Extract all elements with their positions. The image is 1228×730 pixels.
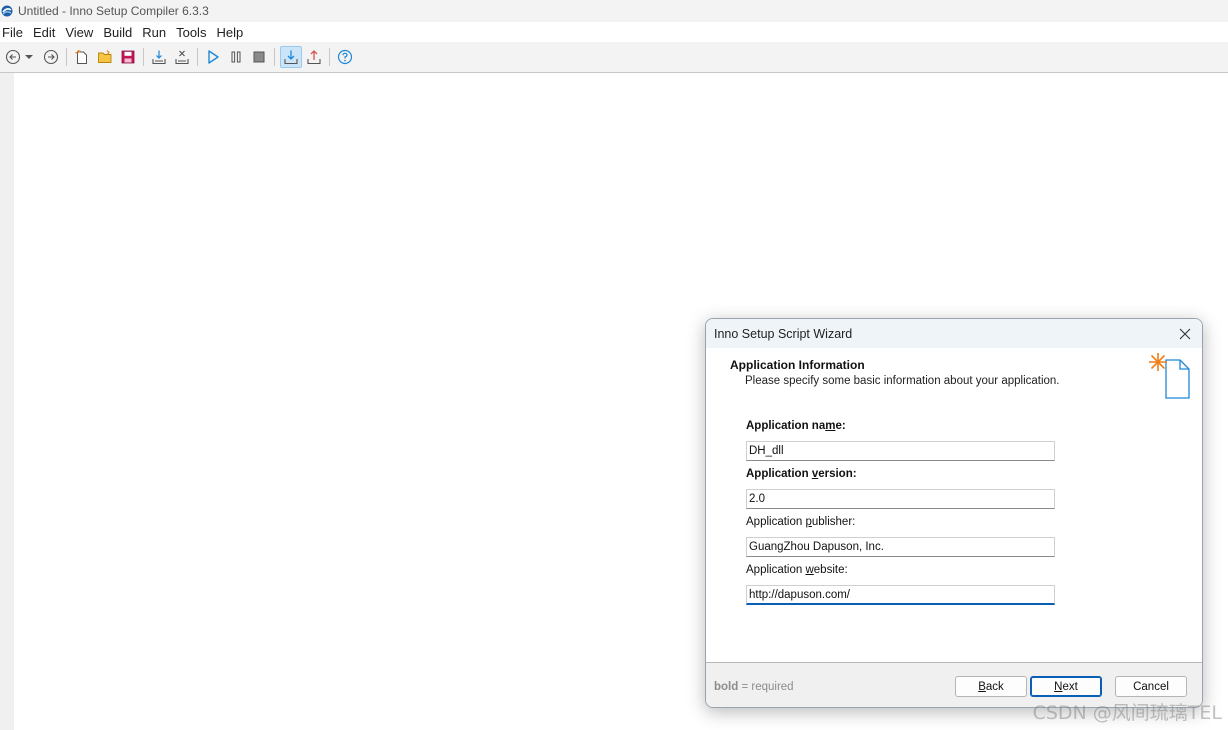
- section-title: Application Information: [730, 358, 865, 372]
- back-button[interactable]: [2, 46, 24, 68]
- editor-gutter: [0, 73, 14, 730]
- section-subtitle: Please specify some basic information ab…: [745, 375, 1060, 387]
- new-button[interactable]: [71, 46, 93, 68]
- toolbar-separator: [143, 48, 144, 66]
- menu-file[interactable]: File: [0, 25, 29, 40]
- stop-compile-button[interactable]: [171, 46, 193, 68]
- run-button[interactable]: [202, 46, 224, 68]
- target-uninstall-button[interactable]: [303, 46, 325, 68]
- dialog-title-bar[interactable]: Inno Setup Script Wizard: [706, 319, 1202, 348]
- menu-bar: File Edit View Build Run Tools Help: [0, 22, 1228, 42]
- menu-run[interactable]: Run: [140, 25, 172, 40]
- toolbar-separator: [329, 48, 330, 66]
- back-history-dropdown[interactable]: [22, 46, 36, 68]
- toolbar-separator: [66, 48, 67, 66]
- required-hint: bold = required: [714, 681, 794, 693]
- window-title-bar: Untitled - Inno Setup Compiler 6.3.3: [0, 0, 1228, 22]
- target-setup-button[interactable]: [280, 46, 302, 68]
- new-file-icon: [75, 49, 87, 64]
- toolbar-separator: [197, 48, 198, 66]
- app-publisher-input[interactable]: [746, 537, 1055, 557]
- app-website-input[interactable]: [746, 585, 1055, 605]
- run-icon: [208, 50, 219, 64]
- next-button[interactable]: Next: [1030, 676, 1102, 697]
- dropdown-arrow-icon: [25, 55, 33, 59]
- compile-icon: [152, 50, 166, 65]
- window-title: Untitled - Inno Setup Compiler 6.3.3: [18, 4, 209, 18]
- menu-edit[interactable]: Edit: [31, 25, 61, 40]
- wizard-document-icon: [1149, 353, 1190, 399]
- app-version-input[interactable]: [746, 489, 1055, 509]
- app-website-label: Application website:: [746, 564, 848, 576]
- stop-icon: [253, 51, 265, 63]
- forward-arrow-icon: [43, 49, 59, 65]
- menu-tools[interactable]: Tools: [174, 25, 212, 40]
- watermark: CSDN @风间琉璃TEL: [1032, 702, 1222, 724]
- toolbar: [0, 42, 1228, 73]
- help-icon: [337, 49, 353, 65]
- target-setup-icon: [284, 50, 298, 65]
- target-uninstall-icon: [307, 50, 321, 65]
- stop-button[interactable]: [248, 46, 270, 68]
- toolbar-separator: [274, 48, 275, 66]
- forward-button[interactable]: [40, 46, 62, 68]
- app-name-input[interactable]: [746, 441, 1055, 461]
- pause-icon: [231, 51, 241, 63]
- script-wizard-dialog: Inno Setup Script Wizard Application Inf…: [705, 318, 1203, 708]
- cancel-button[interactable]: Cancel: [1115, 676, 1187, 697]
- open-folder-icon: [97, 50, 111, 63]
- menu-view[interactable]: View: [63, 25, 99, 40]
- app-name-label: Application name:: [746, 420, 846, 432]
- pause-button[interactable]: [225, 46, 247, 68]
- close-icon: [1179, 328, 1191, 340]
- open-button[interactable]: [94, 46, 116, 68]
- app-publisher-label: Application publisher:: [746, 516, 856, 528]
- menu-help[interactable]: Help: [214, 25, 249, 40]
- dialog-title: Inno Setup Script Wizard: [714, 326, 853, 341]
- menu-build[interactable]: Build: [101, 25, 138, 40]
- save-button[interactable]: [117, 46, 139, 68]
- inno-setup-app-icon: [1, 5, 13, 17]
- back-arrow-icon: [5, 49, 21, 65]
- back-button[interactable]: Back: [955, 676, 1027, 697]
- app-version-label: Application version:: [746, 468, 857, 480]
- help-button[interactable]: [334, 46, 356, 68]
- save-icon: [121, 50, 135, 64]
- compile-button[interactable]: [148, 46, 170, 68]
- dialog-close-button[interactable]: [1174, 323, 1196, 345]
- stop-compile-icon: [175, 50, 189, 65]
